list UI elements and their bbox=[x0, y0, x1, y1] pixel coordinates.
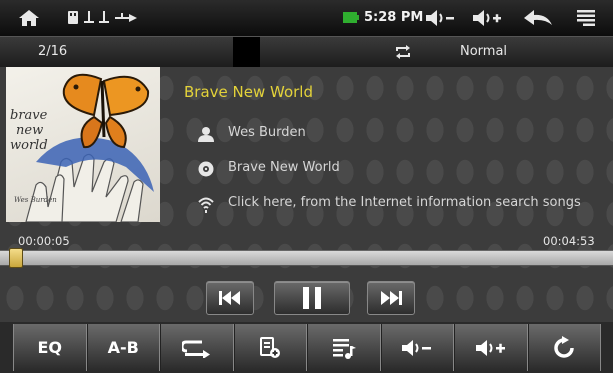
playlist-icon bbox=[332, 338, 356, 359]
lyrics-search-row[interactable]: Click here, from the Internet informatio… bbox=[198, 195, 598, 223]
track-position: 2/16 bbox=[38, 44, 68, 59]
refresh-button[interactable] bbox=[527, 324, 601, 371]
next-icon bbox=[381, 291, 402, 305]
usb-icon bbox=[84, 11, 94, 23]
now-playing-panel: brave new world Wes Burden Brave New Wor… bbox=[0, 67, 613, 322]
divider-block bbox=[233, 37, 260, 67]
ab-repeat-button[interactable]: A-B bbox=[86, 324, 160, 371]
sd-card-icon bbox=[68, 11, 78, 24]
repeat-icon[interactable] bbox=[395, 45, 411, 59]
cover-text-line3: world bbox=[10, 138, 48, 153]
usb-debug-icon bbox=[115, 13, 137, 22]
refresh-icon bbox=[554, 335, 574, 358]
progress-knob[interactable] bbox=[9, 248, 23, 268]
home-icon[interactable] bbox=[18, 9, 40, 27]
cover-text-line1: brave bbox=[10, 108, 48, 123]
wifi-icon bbox=[198, 197, 214, 213]
volume-up-icon bbox=[475, 339, 505, 356]
add-to-playlist-button[interactable] bbox=[233, 324, 307, 371]
volume-down-icon bbox=[402, 339, 432, 356]
disc-icon bbox=[198, 161, 214, 177]
previous-button[interactable] bbox=[206, 281, 254, 315]
person-icon bbox=[198, 127, 214, 142]
volume-up-icon[interactable] bbox=[472, 9, 504, 27]
song-title: Brave New World bbox=[184, 83, 313, 101]
album-art: brave new world Wes Burden bbox=[10, 73, 154, 222]
pause-button[interactable] bbox=[274, 281, 350, 315]
back-icon[interactable] bbox=[523, 9, 553, 27]
volume-up-button[interactable] bbox=[454, 324, 528, 371]
usb-icon bbox=[99, 11, 109, 23]
artist-name: Wes Burden bbox=[228, 125, 306, 140]
lyrics-search-text: Click here, from the Internet informatio… bbox=[228, 195, 581, 210]
volume-down-button[interactable] bbox=[380, 324, 454, 371]
battery-icon bbox=[343, 12, 359, 23]
cover-text-line2: new bbox=[16, 123, 43, 138]
playlist-button[interactable] bbox=[307, 324, 381, 371]
progress-bar[interactable] bbox=[0, 250, 613, 266]
cover-artist-signature: Wes Burden bbox=[14, 196, 57, 204]
track-info-bar: 2/16 Normal bbox=[0, 36, 613, 68]
volume-down-icon[interactable] bbox=[425, 9, 457, 27]
album-name: Brave New World bbox=[228, 160, 340, 175]
play-mode[interactable]: Normal bbox=[460, 44, 507, 59]
elapsed-time: 00:00:05 bbox=[18, 234, 70, 248]
menu-icon[interactable] bbox=[577, 10, 595, 26]
album-cover: brave new world Wes Burden bbox=[6, 67, 160, 222]
status-time: 5:28 PM bbox=[364, 10, 424, 25]
bottom-toolbar: EQ A-B bbox=[13, 324, 601, 371]
add-to-playlist-icon bbox=[260, 336, 281, 358]
status-bar: 5:28 PM bbox=[0, 0, 613, 36]
total-duration: 00:04:53 bbox=[543, 234, 595, 248]
repeat-mode-button[interactable] bbox=[160, 324, 234, 371]
next-button[interactable] bbox=[367, 281, 415, 315]
eq-button[interactable]: EQ bbox=[13, 324, 87, 371]
repeat-icon bbox=[181, 340, 210, 358]
previous-icon bbox=[219, 291, 240, 305]
pause-icon bbox=[303, 287, 321, 309]
